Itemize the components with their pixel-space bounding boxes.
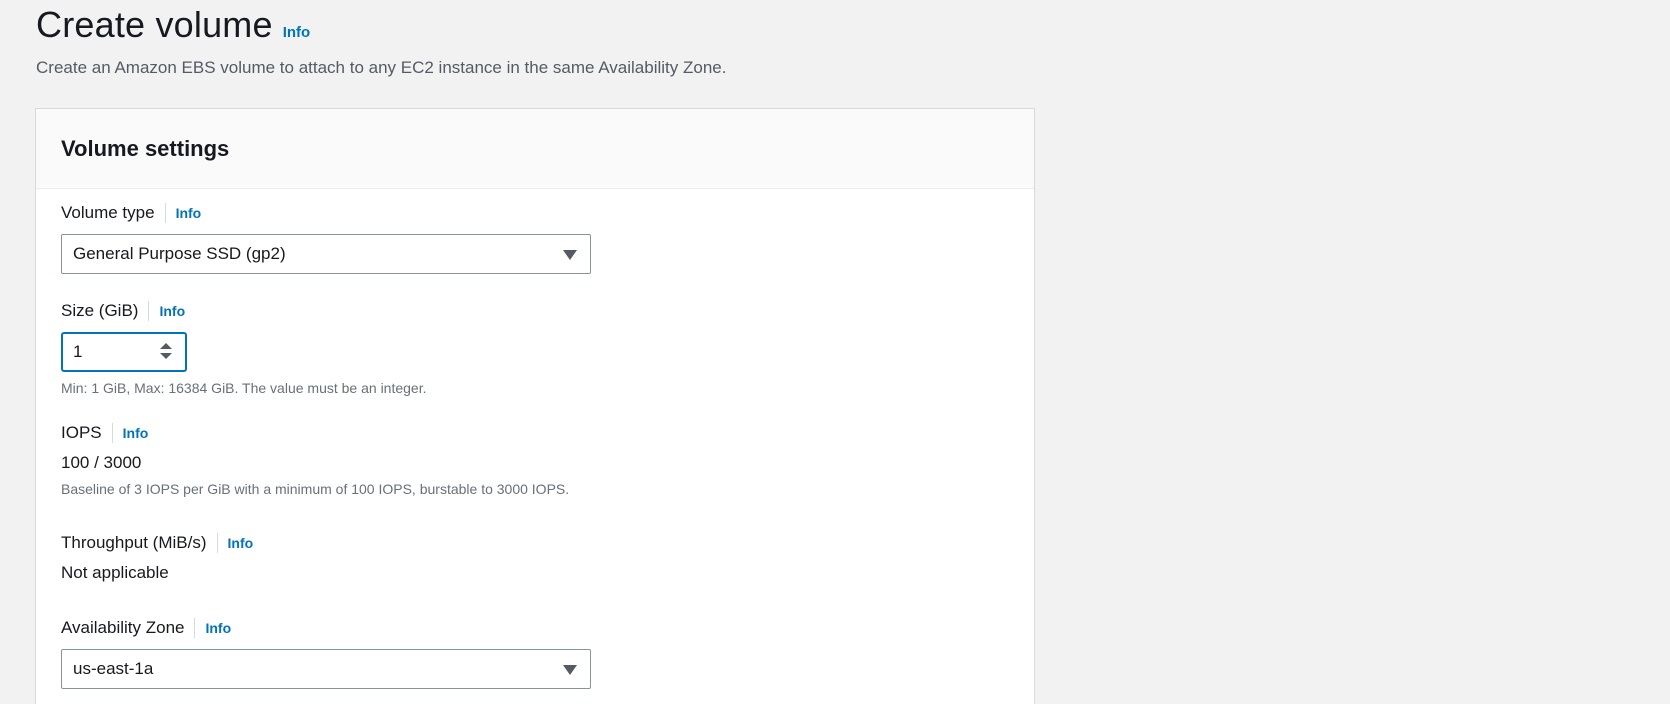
panel-title: Volume settings	[61, 135, 230, 161]
size-input-value: 1	[73, 342, 83, 361]
label-divider	[216, 533, 218, 553]
volume-type-label-row: Volume type Info	[61, 201, 591, 225]
throughput-label: Throughput (MiB/s)	[61, 533, 207, 552]
throughput-label-row: Throughput (MiB/s) Info	[61, 531, 253, 555]
caret-down-icon	[563, 250, 577, 260]
availability-zone-select[interactable]: us-east-1a	[61, 649, 591, 689]
iops-field: IOPS Info 100 / 3000 Baseline of 3 IOPS …	[61, 421, 569, 497]
title-info-link[interactable]: Info	[283, 24, 311, 41]
availability-zone-selected-value: us-east-1a	[73, 659, 154, 678]
label-divider	[148, 301, 150, 321]
throughput-value: Not applicable	[61, 563, 169, 582]
label-divider	[194, 618, 196, 638]
size-input[interactable]: 1	[61, 332, 187, 372]
iops-value: 100 / 3000	[61, 453, 142, 472]
volume-type-selected-value: General Purpose SSD (gp2)	[73, 244, 286, 263]
page-description: Create an Amazon EBS volume to attach to…	[36, 58, 727, 77]
size-hint: Min: 1 GiB, Max: 16384 GiB. The value mu…	[61, 380, 427, 396]
throughput-info-link[interactable]: Info	[228, 535, 254, 551]
iops-label-row: IOPS Info	[61, 421, 569, 445]
iops-hint: Baseline of 3 IOPS per GiB with a minimu…	[61, 481, 570, 497]
size-stepper[interactable]	[159, 343, 173, 361]
volume-type-info-link[interactable]: Info	[176, 205, 202, 221]
size-field: Size (GiB) Info 1 Min: 1 GiB, Max: 16384…	[61, 299, 427, 396]
iops-label: IOPS	[61, 423, 102, 442]
panel-header: Volume settings	[36, 109, 1034, 189]
label-divider	[164, 203, 166, 223]
iops-info-link[interactable]: Info	[123, 425, 149, 441]
volume-type-label: Volume type	[61, 203, 155, 222]
volume-type-field: Volume type Info General Purpose SSD (gp…	[61, 201, 591, 274]
page-title: Create volume	[36, 4, 273, 45]
availability-zone-info-link[interactable]: Info	[205, 620, 231, 636]
throughput-field: Throughput (MiB/s) Info Not applicable	[61, 531, 253, 583]
page-header: Create volume Info	[36, 4, 310, 46]
label-divider	[111, 423, 113, 443]
availability-zone-label-row: Availability Zone Info	[61, 616, 591, 640]
availability-zone-label: Availability Zone	[61, 618, 185, 637]
create-volume-page: Create volume Info Create an Amazon EBS …	[0, 0, 1670, 704]
caret-down-icon	[563, 665, 577, 675]
size-label: Size (GiB)	[61, 301, 139, 320]
volume-type-select[interactable]: General Purpose SSD (gp2)	[61, 234, 591, 274]
availability-zone-field: Availability Zone Info us-east-1a	[61, 616, 591, 689]
size-label-row: Size (GiB) Info	[61, 299, 427, 323]
volume-settings-panel: Volume settings Volume type Info General…	[35, 108, 1035, 704]
step-down-icon[interactable]	[160, 353, 172, 359]
size-info-link[interactable]: Info	[159, 303, 185, 319]
step-up-icon[interactable]	[160, 343, 172, 349]
